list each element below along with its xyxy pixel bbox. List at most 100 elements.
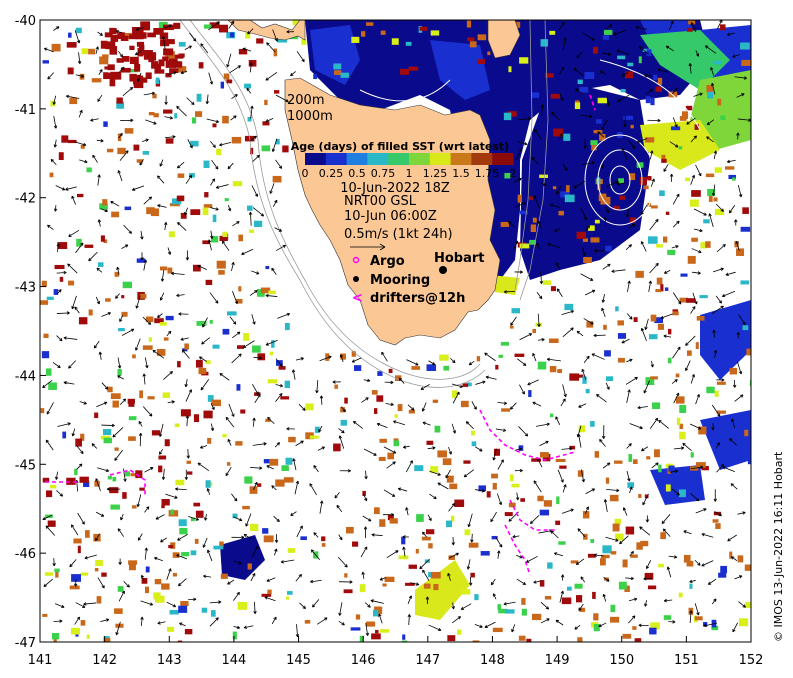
sst-speckle — [168, 231, 175, 238]
sst-speckle — [411, 366, 421, 370]
sst-speckle — [574, 102, 581, 110]
sst-speckle — [699, 295, 708, 299]
sst-speckle — [555, 458, 566, 462]
sst-speckle — [559, 465, 567, 469]
sst-speckle — [284, 323, 290, 331]
colorbar-tick-label: 1 — [406, 167, 413, 180]
sst-speckle — [360, 31, 366, 37]
sst-speckle — [638, 493, 642, 499]
sst-speckle — [645, 137, 655, 143]
sst-speckle — [155, 77, 160, 84]
sst-speckle — [205, 279, 213, 285]
sst-speckle — [173, 22, 181, 29]
sst-speckle — [344, 397, 348, 404]
sst-speckle — [203, 204, 213, 208]
sst-speckle — [267, 379, 278, 384]
y-tick-label: -43 — [15, 281, 36, 296]
y-tick-label: -42 — [15, 192, 36, 207]
sst-speckle — [549, 30, 556, 35]
sst-speckle — [558, 541, 566, 545]
sst-speckle — [707, 91, 714, 99]
sst-speckle — [433, 583, 439, 591]
sst-speckle — [605, 245, 612, 252]
sst-speckle — [142, 50, 153, 56]
sst-speckle — [165, 138, 174, 144]
colorbar-tick-label: 0 — [302, 167, 309, 180]
sst-speckle — [54, 568, 60, 573]
x-tick-label: 144 — [221, 653, 246, 668]
sst-speckle — [110, 393, 121, 400]
sst-speckle — [159, 322, 167, 326]
colorbar-tick-label: 1.25 — [423, 167, 448, 180]
sst-speckle — [195, 111, 203, 117]
sst-speckle — [333, 443, 341, 452]
sst-speckle — [477, 59, 486, 65]
sst-speckle — [68, 32, 72, 38]
sst-speckle — [405, 41, 412, 46]
sst-speckle — [520, 498, 525, 502]
sst-speckle — [150, 208, 160, 217]
sst-speckle — [210, 610, 216, 617]
sst-speckle — [503, 112, 512, 121]
sst-speckle — [685, 177, 691, 182]
mooring-symbol — [353, 276, 359, 282]
sst-speckle — [340, 72, 349, 78]
sst-speckle — [257, 353, 266, 361]
sst-speckle — [492, 482, 497, 490]
sst-speckle — [124, 206, 132, 211]
sst-speckle — [162, 24, 174, 31]
scale-text: 0.5m/s (1kt 24h) — [344, 227, 453, 242]
sst-speckle — [474, 594, 479, 601]
sst-speckle — [679, 116, 687, 121]
sst-speckle — [430, 30, 440, 36]
sst-speckle — [675, 396, 685, 404]
sst-speckle — [73, 538, 82, 544]
sst-speckle — [487, 51, 491, 56]
colorbar-tick-label: 2 — [510, 167, 517, 180]
sst-speckle — [528, 196, 534, 200]
sst-speckle — [247, 205, 253, 211]
sst-speckle — [102, 429, 112, 436]
legend-mooring: Mooring — [370, 273, 430, 288]
sst-speckle — [419, 26, 428, 31]
sst-speckle — [683, 554, 691, 563]
colorbar-swatch — [429, 153, 452, 165]
sst-speckle — [648, 334, 658, 340]
sst-speckle — [172, 573, 177, 577]
sst-speckle — [59, 276, 64, 282]
sst-speckle — [650, 97, 655, 106]
sst-speckle — [285, 457, 293, 465]
sst-speckle — [109, 27, 116, 34]
legend-argo: Argo — [370, 254, 405, 269]
sst-speckle — [667, 249, 676, 255]
sst-speckle — [619, 195, 626, 200]
sst-speckle — [618, 581, 627, 590]
sst-speckle — [154, 63, 161, 70]
sst-speckle — [695, 342, 699, 350]
sst-speckle — [590, 140, 598, 145]
colorbar-swatch — [367, 153, 389, 165]
sst-speckle — [165, 60, 177, 68]
sst-speckle — [592, 591, 596, 599]
sst-speckle — [630, 554, 638, 558]
sst-speckle — [462, 383, 469, 387]
sst-speckle — [665, 484, 671, 492]
sst-speckle — [498, 354, 504, 358]
sst-speckle — [154, 578, 162, 585]
sst-speckle — [531, 613, 542, 621]
sst-speckle — [321, 543, 326, 547]
sst-speckle — [566, 586, 572, 591]
sst-speckle — [729, 367, 738, 375]
sst-speckle — [180, 600, 189, 606]
sst-speckle — [384, 576, 395, 583]
sst-speckle — [122, 492, 127, 499]
sst-speckle — [593, 613, 599, 621]
sst-speckle — [195, 510, 204, 518]
sst-speckle — [376, 395, 384, 402]
sst-speckle — [220, 81, 225, 89]
sst-speckle — [47, 520, 56, 527]
sst-speckle — [198, 367, 207, 375]
sst-speckle — [203, 160, 210, 168]
sst-speckle — [655, 289, 662, 293]
sst-speckle — [212, 344, 220, 349]
